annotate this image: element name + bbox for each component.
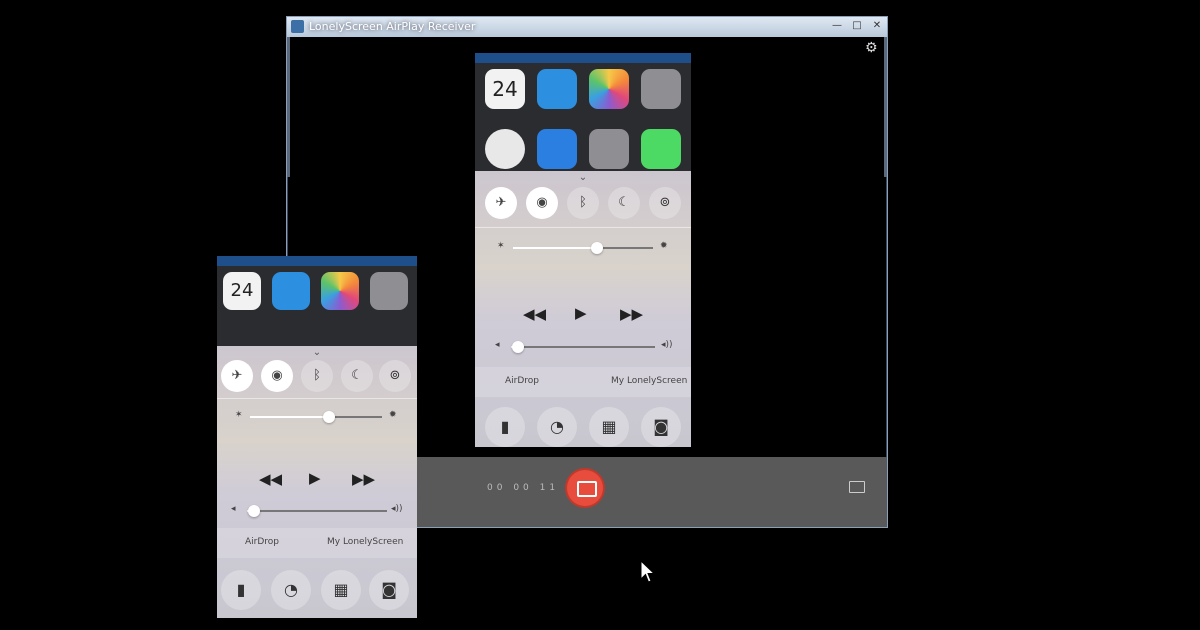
mirrored-phone-screen: 24 ⌄ ✈ ◉ ᛒ ☾ ⊚ ✶ ✹ ◀◀ ▶ ▶▶ ◂ ◂)) AirDrop… xyxy=(475,53,691,447)
airdrop-label[interactable]: AirDrop xyxy=(245,537,279,547)
app-icon xyxy=(291,20,304,33)
volume-knob[interactable] xyxy=(512,341,525,353)
phone-home-screen: 24 ⌄ ✈ ◉ ᛒ ☾ ⊚ ✶ ✹ ◀◀ ▶ ▶▶ ◂ ◂)) AirDrop… xyxy=(475,63,691,447)
weather-app-icon[interactable] xyxy=(537,69,577,109)
volume-slider[interactable] xyxy=(511,341,655,353)
moon-toggle-icon[interactable]: ☾ xyxy=(341,360,373,392)
phone-screenshot-overlay: 24 ⌄ ✈ ◉ ᛒ ☾ ⊚ ✶ ✹ ◀◀ ▶ ▶▶ ◂ ◂)) AirDrop… xyxy=(217,256,417,618)
weather-app-icon[interactable] xyxy=(272,272,310,310)
timer-icon[interactable]: ◔ xyxy=(271,570,311,610)
minimize-button[interactable]: — xyxy=(829,19,845,33)
wifi-toggle-icon[interactable]: ◉ xyxy=(261,360,293,392)
camera-app-icon[interactable] xyxy=(641,69,681,109)
timer-icon[interactable]: ◔ xyxy=(537,407,577,447)
calculator-icon[interactable]: ▦ xyxy=(589,407,629,447)
volume-low-icon: ◂ xyxy=(231,504,236,514)
flashlight-icon[interactable]: ▮ xyxy=(221,570,261,610)
play-icon[interactable]: ▶ xyxy=(575,304,587,322)
brightness-fill xyxy=(513,247,597,249)
settings-app-icon[interactable] xyxy=(589,129,629,169)
phone-status-bar xyxy=(217,256,417,266)
record-button[interactable] xyxy=(567,470,603,506)
rewind-icon[interactable]: ◀◀ xyxy=(259,470,282,488)
folder-icon[interactable] xyxy=(849,481,865,493)
bluetooth-toggle-icon[interactable]: ᛒ xyxy=(567,187,599,219)
brightness-high-icon: ✹ xyxy=(389,410,397,420)
volume-knob[interactable] xyxy=(248,505,260,517)
maximize-button[interactable]: □ xyxy=(849,19,865,33)
airplay-label[interactable]: My LonelyScreen xyxy=(327,537,403,547)
fast-forward-icon[interactable]: ▶▶ xyxy=(352,470,375,488)
camera-icon[interactable]: ◙ xyxy=(641,407,681,447)
brightness-knob[interactable] xyxy=(591,242,603,254)
flashlight-icon[interactable]: ▮ xyxy=(485,407,525,447)
airdrop-airplay-row: AirDrop My LonelyScreen xyxy=(475,367,691,397)
brightness-high-icon: ✹ xyxy=(660,241,668,251)
rewind-icon[interactable]: ◀◀ xyxy=(523,305,546,323)
calculator-icon[interactable]: ▦ xyxy=(321,570,361,610)
brightness-low-icon: ✶ xyxy=(497,241,505,251)
brightness-low-icon: ✶ xyxy=(235,410,243,420)
recording-timer: 00 00 11 xyxy=(487,483,560,493)
close-button[interactable]: ✕ xyxy=(869,19,885,33)
settings-gear-icon[interactable]: ⚙ xyxy=(865,41,879,55)
messages-app-icon[interactable] xyxy=(641,129,681,169)
mouse-cursor-icon xyxy=(640,560,656,583)
airplay-label[interactable]: My LonelyScreen xyxy=(611,376,687,386)
photos-app-icon[interactable] xyxy=(589,69,629,109)
airplane-toggle-icon[interactable]: ✈ xyxy=(221,360,253,392)
bluetooth-toggle-icon[interactable]: ᛒ xyxy=(301,360,333,392)
camera-icon[interactable]: ◙ xyxy=(369,570,409,610)
phone-home-screen: 24 ⌄ ✈ ◉ ᛒ ☾ ⊚ ✶ ✹ ◀◀ ▶ ▶▶ ◂ ◂)) AirDrop… xyxy=(217,266,417,618)
wifi-toggle-icon[interactable]: ◉ xyxy=(526,187,558,219)
photos-app-icon[interactable] xyxy=(321,272,359,310)
right-edge-bar xyxy=(884,37,887,177)
left-edge-bar xyxy=(287,37,290,177)
app-store-icon[interactable] xyxy=(537,129,577,169)
calendar-app-icon[interactable]: 24 xyxy=(223,272,261,310)
brightness-knob[interactable] xyxy=(323,411,336,423)
volume-slider[interactable] xyxy=(247,505,387,517)
phone-status-bar xyxy=(475,53,691,63)
divider xyxy=(475,227,691,228)
control-center: ⌄ ✈ ◉ ᛒ ☾ ⊚ ✶ ✹ ◀◀ ▶ ▶▶ ◂ ◂)) AirDrop My… xyxy=(217,346,417,618)
calendar-app-icon[interactable]: 24 xyxy=(485,69,525,109)
play-icon[interactable]: ▶ xyxy=(309,469,321,487)
airdrop-airplay-row: AirDrop My LonelyScreen xyxy=(217,528,417,558)
divider xyxy=(217,398,417,399)
volume-high-icon: ◂)) xyxy=(661,340,673,350)
airdrop-label[interactable]: AirDrop xyxy=(505,376,539,386)
control-center: ⌄ ✈ ◉ ᛒ ☾ ⊚ ✶ ✹ ◀◀ ▶ ▶▶ ◂ ◂)) AirDrop My… xyxy=(475,171,691,447)
rotation-lock-toggle-icon[interactable]: ⊚ xyxy=(379,360,411,392)
brightness-slider[interactable] xyxy=(513,242,653,254)
grabber-chevron-icon[interactable]: ⌄ xyxy=(307,348,327,358)
window-title: LonelyScreen AirPlay Receiver xyxy=(309,20,476,33)
clock-app-icon[interactable] xyxy=(485,129,525,169)
grabber-chevron-icon[interactable]: ⌄ xyxy=(573,173,593,183)
brightness-slider[interactable] xyxy=(250,411,382,423)
rotation-lock-toggle-icon[interactable]: ⊚ xyxy=(649,187,681,219)
fast-forward-icon[interactable]: ▶▶ xyxy=(620,305,643,323)
airplane-toggle-icon[interactable]: ✈ xyxy=(485,187,517,219)
brightness-fill xyxy=(250,416,330,418)
volume-high-icon: ◂)) xyxy=(391,504,403,514)
moon-toggle-icon[interactable]: ☾ xyxy=(608,187,640,219)
title-bar[interactable]: LonelyScreen AirPlay Receiver — □ ✕ xyxy=(287,17,887,37)
camera-app-icon[interactable] xyxy=(370,272,408,310)
volume-low-icon: ◂ xyxy=(495,340,500,350)
